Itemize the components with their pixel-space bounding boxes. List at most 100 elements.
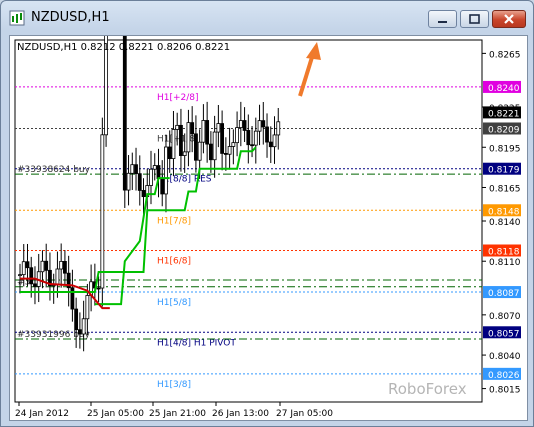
level-price-badge-text: 0.8148: [488, 207, 520, 217]
candle-body: [212, 131, 217, 161]
candle-body: [171, 129, 176, 160]
candle-body: [63, 260, 67, 274]
candle-body: [18, 274, 22, 277]
restore-icon: [469, 14, 480, 24]
candle-body: [257, 120, 262, 132]
price-tick-label: 0.8070: [489, 312, 521, 322]
price-tick-label: 0.8165: [489, 184, 521, 194]
candle-body: [74, 308, 79, 331]
candle-body: [276, 121, 281, 136]
candle-body: [208, 143, 213, 161]
level-price-badge-text: 0.8057: [488, 329, 520, 339]
price-tick-label: 0.8015: [489, 386, 521, 396]
candle-body: [235, 127, 239, 144]
candle-body: [77, 329, 82, 335]
candle-body: [85, 295, 90, 320]
candle-body: [130, 164, 135, 174]
terminal-window: NZDUSD,H1 H1[+2/8] H1[+1/8] H1[8/8] RES H1[…: [0, 0, 534, 427]
candle-body: [272, 134, 277, 148]
candle-body: [250, 144, 254, 147]
level-label: H1[5/8]: [157, 298, 191, 308]
candle-body: [40, 260, 45, 273]
candle-body: [246, 130, 251, 146]
candle-body: [182, 151, 187, 156]
candle-body: [164, 146, 168, 195]
order-label: #33938624 buy: [17, 165, 91, 175]
candle-body: [70, 287, 75, 310]
time-tick-label: 25 Jan 21:00: [149, 409, 206, 419]
candle-body: [137, 173, 142, 191]
level-label: H1[6/8]: [157, 256, 191, 266]
window-title: NZDUSD,H1: [31, 10, 110, 25]
price-tick-label: 0.8110: [489, 258, 521, 268]
time-tick-label: 25 Jan 05:00: [87, 409, 144, 419]
candle-body: [44, 260, 49, 271]
candle-body: [160, 178, 165, 195]
candle-body: [194, 133, 198, 161]
candle-body: [220, 123, 225, 154]
candle-body: [55, 268, 60, 286]
candle-body: [216, 123, 221, 133]
candle-body: [141, 190, 146, 198]
candle-body: [268, 141, 273, 148]
level-price-badge-text: 0.8209: [488, 125, 520, 135]
candle-body: [242, 120, 247, 131]
maximize-button[interactable]: [460, 10, 489, 28]
candle-body: [126, 172, 131, 191]
candle-body: [175, 124, 180, 130]
candle-body: [265, 126, 269, 143]
time-tick-label: 27 Jan 05:00: [276, 409, 333, 419]
level-label: H1[7/8]: [157, 216, 191, 226]
candle-body: [253, 130, 258, 146]
level-price-badge-text: 0.8118: [488, 247, 520, 257]
candle-body: [201, 120, 206, 143]
chart-header-text: NZDUSD,H1 0.8212 0.8221 0.8206 0.8221: [17, 42, 230, 53]
candle-body: [59, 260, 64, 270]
level-label: H1[+2/8]: [157, 93, 199, 103]
candle-body: [167, 146, 172, 160]
title-bar[interactable]: NZDUSD,H1: [1, 1, 533, 35]
plot-area: [14, 39, 483, 403]
candle-body: [227, 146, 232, 155]
candle-body: [96, 287, 101, 290]
price-chart[interactable]: H1[+2/8] H1[+1/8] H1[8/8] RES H1[7/8] H1[6/8…: [9, 1, 528, 421]
level-label: H1[3/8]: [157, 380, 191, 390]
candle-body: [238, 120, 243, 129]
close-button[interactable]: [492, 10, 526, 28]
candle-body: [186, 122, 191, 153]
price-tick-label: 0.8195: [489, 144, 521, 154]
candle-body: [231, 142, 236, 147]
candle-body: [21, 261, 26, 276]
level-price-badge-text: 0.8179: [488, 166, 520, 176]
candle-body: [261, 120, 266, 128]
current-price-badge-text: 0.8221: [488, 109, 520, 119]
candle-body: [25, 261, 30, 269]
candle-body: [156, 165, 161, 179]
minimize-button[interactable]: [428, 10, 457, 28]
candle-body: [205, 120, 210, 145]
candle-body: [152, 165, 157, 170]
candle-body: [81, 318, 86, 335]
candle-body: [134, 164, 138, 175]
time-tick-label: 24 Jan 2012: [15, 409, 69, 419]
chart-app-icon: [9, 10, 25, 26]
price-scale: 0.82650.82250.81950.81650.81400.81100.80…: [482, 50, 521, 396]
price-tick-label: 0.8265: [489, 50, 521, 60]
price-tick-label: 0.8140: [489, 218, 521, 228]
candle-body: [122, 1, 127, 191]
candle-body: [179, 124, 183, 156]
time-scale: 24 Jan 2012 25 Jan 05:00 25 Jan 21:00 26 Ja…: [15, 402, 333, 419]
price-tick-label: 0.8040: [489, 352, 521, 362]
minimize-icon: [438, 21, 447, 23]
candle-body: [100, 134, 105, 289]
level-price-badge-text: 0.8026: [488, 371, 520, 381]
level-price-badge-text: 0.8240: [488, 84, 520, 94]
candle-body: [149, 168, 153, 186]
candle-body: [33, 283, 37, 287]
chart-canvas[interactable]: H1[+2/8]H1[+1/8]H1[8/8] RESH1[7/8]H1[6/8…: [10, 1, 527, 420]
close-icon: [504, 14, 514, 24]
watermark-logo: RoboForex: [388, 380, 467, 398]
candle-body: [190, 122, 195, 135]
candle-body: [29, 267, 34, 285]
candle-body: [223, 153, 228, 155]
